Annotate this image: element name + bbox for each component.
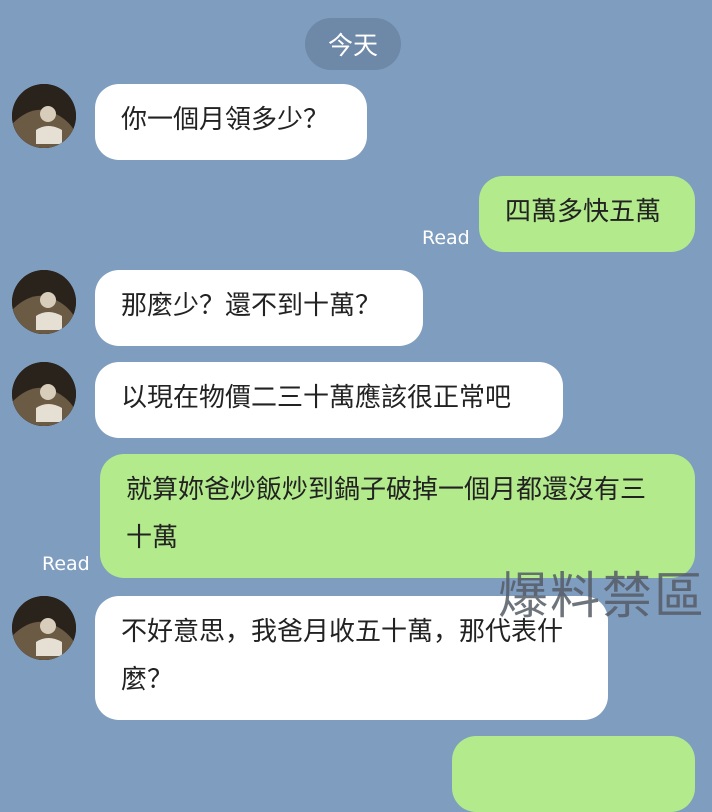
message-text: 不好意思，我爸月收五十萬，那代表什麼？ — [121, 617, 564, 695]
contact-avatar[interactable] — [12, 596, 76, 660]
read-receipt: Read — [422, 227, 470, 249]
message-bubble-outgoing[interactable]: ... — [452, 736, 695, 812]
message-bubble-outgoing[interactable]: 四萬多快五萬 — [479, 176, 695, 252]
contact-avatar[interactable] — [12, 84, 76, 148]
message-text: 那麼少？還不到十萬？ — [121, 291, 382, 321]
date-divider: 今天 — [305, 18, 401, 70]
message-bubble-incoming[interactable]: 你一個月領多少？ — [95, 84, 367, 160]
read-receipt: Read — [42, 553, 90, 575]
contact-avatar[interactable] — [12, 270, 76, 334]
message-text: 就算妳爸炒飯炒到鍋子破掉一個月都還沒有三十萬 — [126, 475, 647, 553]
message-bubble-incoming[interactable]: 那麼少？還不到十萬？ — [95, 270, 423, 346]
message-bubble-incoming[interactable]: 以現在物價二三十萬應該很正常吧 — [95, 362, 563, 438]
message-text: 以現在物價二三十萬應該很正常吧 — [121, 383, 512, 413]
message-text: 四萬多快五萬 — [505, 197, 662, 227]
message-text: ... — [478, 757, 503, 787]
contact-avatar[interactable] — [12, 362, 76, 426]
message-text: 你一個月領多少？ — [121, 105, 330, 135]
watermark: 爆料禁區 — [498, 567, 706, 625]
